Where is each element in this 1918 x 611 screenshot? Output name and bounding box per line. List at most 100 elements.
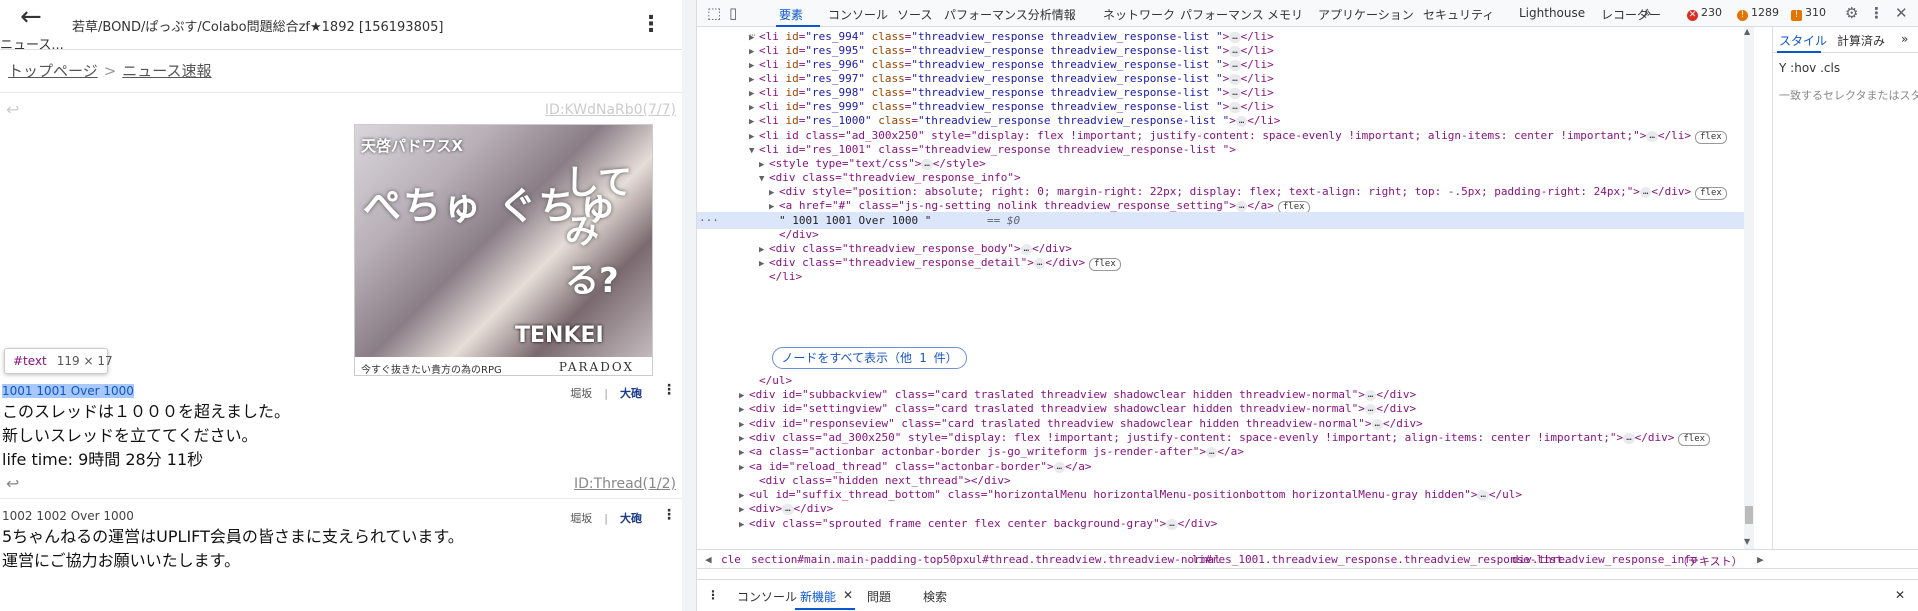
divider bbox=[0, 498, 682, 499]
ad-brand: PARADOX bbox=[558, 360, 634, 374]
action-b[interactable]: 大砲 bbox=[620, 387, 642, 400]
divider bbox=[0, 92, 682, 93]
ad-side-text: してみる? bbox=[565, 163, 632, 301]
crumb-item[interactable]: div.threadview_response_info bbox=[1512, 553, 1697, 566]
dom-line-selected[interactable]: ··· " 1001 1001 Over 1000 " == $0 bbox=[697, 212, 1754, 229]
dom-line[interactable]: ▶ <div class="threadview_response_detail"… bbox=[759, 254, 1121, 271]
show-all-nodes-button[interactable]: ノードをすべて表示（他 1 件） bbox=[772, 347, 967, 369]
response-menu-icon[interactable]: ⋮ bbox=[662, 507, 676, 523]
issue-count[interactable]: ! 310 bbox=[1791, 6, 1826, 21]
scroll-thumb[interactable] bbox=[1745, 506, 1753, 524]
body-line: 5ちゃんねるの運営はUPLIFT会員の皆さまに支えられています。 bbox=[2, 527, 464, 546]
drawer-tab-console[interactable]: コンソール bbox=[737, 588, 797, 605]
scroll-up-icon[interactable]: ▲ bbox=[1744, 27, 1750, 36]
dom-breadcrumb: ◀ cle section#main.main-padding-top50px … bbox=[697, 549, 1918, 569]
back-label[interactable]: ニュース... bbox=[0, 34, 64, 53]
tab-console[interactable]: コンソール bbox=[828, 6, 888, 23]
response-info: 1002 1002 Over 1000 bbox=[2, 509, 134, 523]
device-toggle-icon[interactable]: ▯ bbox=[729, 4, 737, 22]
close-icon[interactable]: ✕ bbox=[1895, 4, 1908, 22]
action-a[interactable]: 堀坂 bbox=[570, 387, 592, 400]
tab-security[interactable]: セキュリティ bbox=[1423, 6, 1494, 23]
thread-header: ← ニュース... 若草/BOND/ぱっぷす/Colabo問題総合zf★1892… bbox=[0, 0, 682, 53]
error-count[interactable]: ✕ 230 bbox=[1687, 6, 1722, 21]
active-tab-underline bbox=[1777, 51, 1821, 53]
action-b[interactable]: 大砲 bbox=[620, 512, 642, 525]
scroll-down-icon[interactable]: ▼ bbox=[1744, 537, 1750, 546]
crumb-item[interactable]: cle bbox=[721, 553, 741, 566]
reply-icon[interactable]: ↩ bbox=[6, 474, 19, 493]
ad-caption: 今すぐ抜きたい貴方の為のRPG bbox=[361, 365, 502, 376]
tab-perf-insights[interactable]: パフォーマンス分析情報 bbox=[944, 6, 1076, 23]
breadcrumb-sep: > bbox=[103, 62, 117, 80]
body-line: life time: 9時間 28分 11秒 bbox=[2, 450, 204, 469]
crumb-item[interactable]: ul#thread.threadview.threadview-normal bbox=[969, 553, 1221, 566]
poster-id-link[interactable]: ID:Thread(1/2) bbox=[574, 476, 676, 492]
body-line: 新しいスレッドを立ててください。 bbox=[2, 426, 258, 445]
issue-icon: ! bbox=[1791, 10, 1802, 21]
response-actions: 堀坂 | 大砲 bbox=[570, 387, 642, 400]
inspect-tooltip: #text 119 × 17 bbox=[4, 348, 113, 374]
drawer-tab-issues[interactable]: 問題 bbox=[867, 588, 891, 605]
selected-dots-icon: ··· bbox=[699, 214, 719, 227]
active-tab-underline bbox=[795, 608, 855, 610]
tab-lighthouse[interactable]: Lighthouse bbox=[1519, 6, 1585, 20]
reply-icon[interactable]: ↩ bbox=[6, 100, 19, 119]
breadcrumb-news[interactable]: ニュース速報 bbox=[122, 62, 211, 80]
styles-pane: スタイル 計算済み » Y :hov .cls 一致するセレクタまたはスタ bbox=[1772, 27, 1918, 549]
ad-banner[interactable]: 天啓パドワスX ぺちゅ ぐちゅ してみる? TENKEI 今すぐ抜きたい貴方の為… bbox=[354, 124, 653, 376]
inspect-element-icon[interactable]: ⬚ bbox=[707, 4, 721, 22]
tooltip-dims: 119 × 17 bbox=[56, 354, 113, 368]
page-viewport: ← ニュース... 若草/BOND/ぱっぷす/Colabo問題総合zf★1892… bbox=[0, 0, 682, 611]
tab-recorder[interactable]: レコーダー bbox=[1601, 6, 1661, 23]
more-vert-icon[interactable]: ⋮ bbox=[1869, 4, 1884, 22]
tab-computed[interactable]: 計算済み bbox=[1837, 32, 1885, 49]
dom-line[interactable]: ▶ <ul id="suffix_thread_bottom" class="ho… bbox=[739, 486, 1522, 503]
tooltip-kind: #text bbox=[13, 354, 47, 368]
tab-styles[interactable]: スタイル bbox=[1779, 32, 1827, 49]
viewport-gutter bbox=[682, 0, 697, 611]
tab-memory[interactable]: メモリ bbox=[1267, 6, 1303, 23]
crumb-right-icon[interactable]: ▶ bbox=[1757, 553, 1764, 566]
more-tabs-icon[interactable]: » bbox=[1901, 32, 1908, 46]
dom-line[interactable]: ▶ <div class="sprouted frame center flex … bbox=[739, 515, 1217, 532]
warning-count[interactable]: ! 1289 bbox=[1737, 6, 1779, 21]
back-arrow-icon[interactable]: ← bbox=[20, 2, 42, 32]
ad-logo: TENKEI bbox=[515, 323, 604, 348]
tab-sources[interactable]: ソース bbox=[897, 6, 932, 23]
more-vert-icon[interactable]: ⋮ bbox=[640, 12, 662, 37]
tab-application[interactable]: アプリケーション bbox=[1318, 6, 1414, 23]
ad-caption-bar: 今すぐ抜きたい貴方の為のRPG PARADOX bbox=[355, 357, 652, 376]
tab-network[interactable]: ネットワーク bbox=[1103, 6, 1175, 23]
breadcrumb-top[interactable]: トップページ bbox=[8, 62, 98, 80]
dom-line[interactable]: </li> bbox=[769, 268, 802, 285]
response-menu-icon[interactable]: ⋮ bbox=[662, 382, 676, 398]
crumb-left-icon[interactable]: ◀ bbox=[705, 553, 712, 566]
dom-tree[interactable]: … ▶ <li id="res_994" class="threadview_re… bbox=[697, 27, 1754, 549]
crumb-item[interactable]: section#main.main-padding-top50px bbox=[751, 553, 970, 566]
response-info: 1001 1001 Over 1000 bbox=[2, 384, 134, 398]
styles-tabs: スタイル 計算済み » bbox=[1773, 27, 1918, 53]
close-icon[interactable]: ✕ bbox=[843, 588, 853, 602]
poster-id-link[interactable]: ID:KWdNaRb0(7/7) bbox=[545, 102, 676, 118]
more-tabs-icon[interactable]: » bbox=[1644, 6, 1651, 20]
drawer-menu-icon[interactable]: ⋮ bbox=[707, 588, 719, 602]
body-line: 運営にご協力お願いいたします。 bbox=[2, 551, 241, 570]
tab-performance[interactable]: パフォーマンス bbox=[1180, 6, 1264, 23]
breadcrumb: トップページ > ニュース速報 bbox=[8, 60, 212, 81]
tab-elements[interactable]: 要素 bbox=[779, 6, 803, 23]
dom-scrollbar[interactable]: ▲ ▼ bbox=[1744, 27, 1754, 549]
devtools-drawer: ⋮ コンソール 新機能 ✕ 問題 検索 ✕ bbox=[697, 579, 1918, 611]
hov-cls-toggles[interactable]: :hov .cls bbox=[1790, 61, 1840, 75]
error-icon: ✕ bbox=[1687, 10, 1698, 21]
body-line: このスレッドは１０００を超えました。 bbox=[2, 402, 291, 421]
settings-gear-icon[interactable]: ⚙ bbox=[1845, 4, 1858, 22]
close-icon[interactable]: ✕ bbox=[1895, 588, 1905, 602]
styles-filter-bar[interactable]: Y :hov .cls bbox=[1779, 61, 1840, 75]
crumb-item-text[interactable]: （テキスト） bbox=[1677, 553, 1743, 569]
no-match-hint: 一致するセレクタまたはスタ bbox=[1779, 89, 1918, 102]
action-a[interactable]: 堀坂 bbox=[570, 512, 592, 525]
filter-icon[interactable]: Y bbox=[1779, 61, 1786, 75]
drawer-tab-whatsnew[interactable]: 新機能 bbox=[800, 588, 836, 605]
drawer-tab-search[interactable]: 検索 bbox=[923, 588, 947, 605]
